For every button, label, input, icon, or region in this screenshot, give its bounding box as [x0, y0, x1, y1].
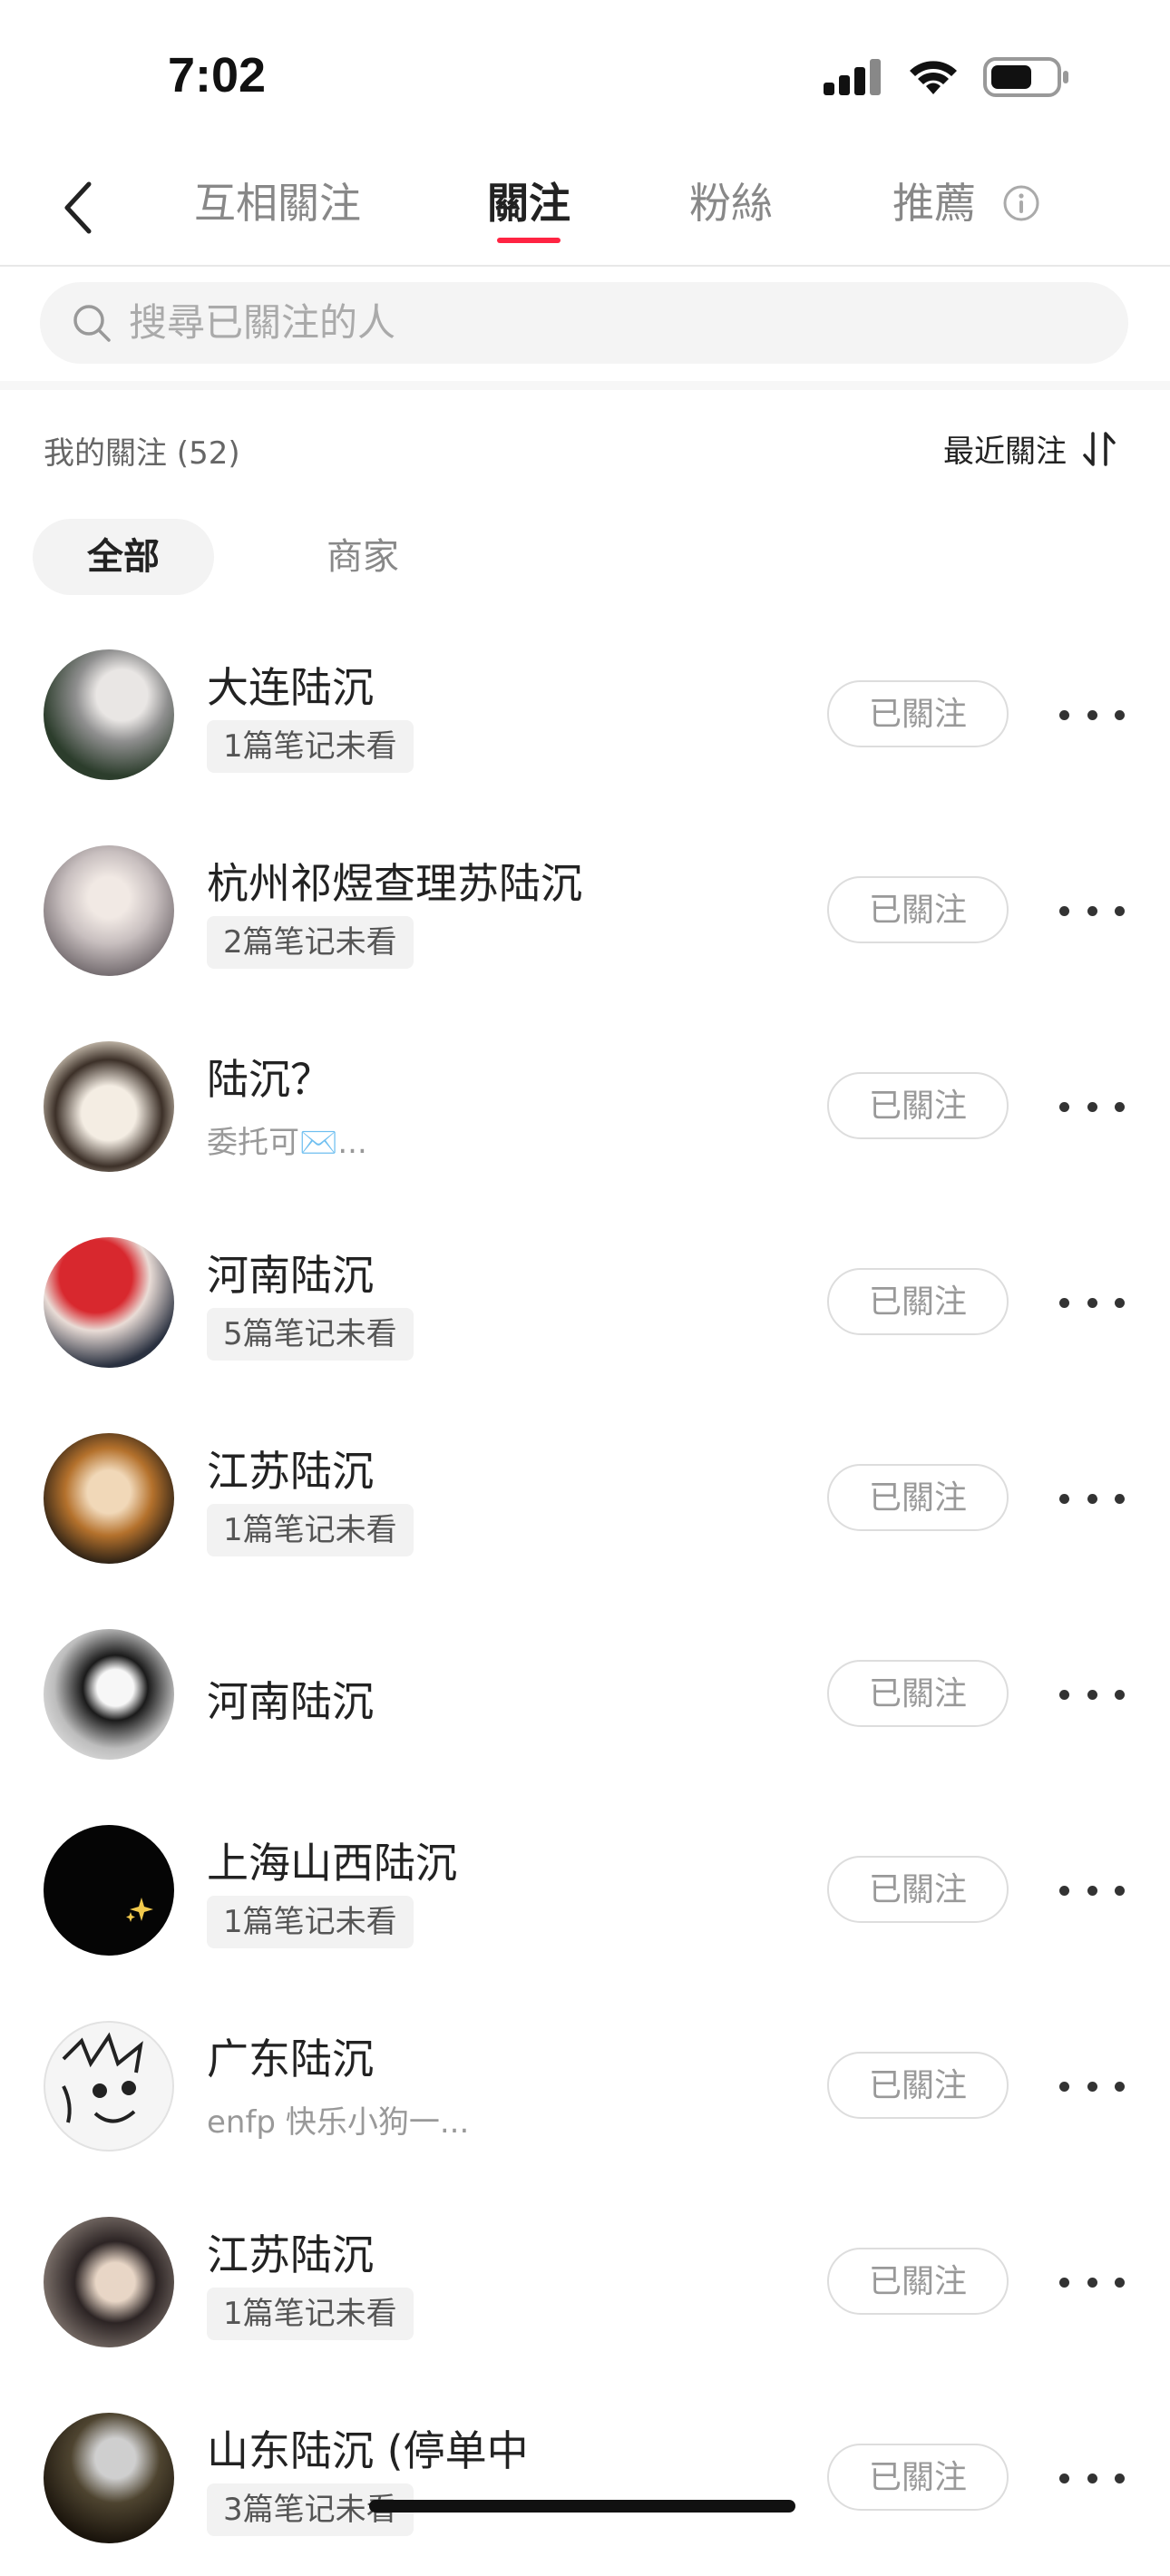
user-name[interactable]: 江苏陆沉	[207, 1439, 374, 1498]
user-name[interactable]: 江苏陆沉	[207, 2222, 374, 2282]
unread-notes-badge: 1篇笔记未看	[207, 1504, 414, 1556]
user-name[interactable]: 大连陆沉	[207, 655, 374, 715]
user-name[interactable]: 上海山西陆沉	[207, 1830, 457, 1890]
search-icon	[73, 305, 111, 342]
list-item[interactable]: 河南陆沉 已關注	[0, 1596, 1170, 1792]
search-placeholder: 搜尋已關注的人	[129, 300, 396, 345]
status-time: 7:02	[168, 48, 267, 102]
filter-chips: 全部 商家	[33, 519, 453, 595]
list-item[interactable]: 杭州祁煜查理苏陆沉 2篇笔记未看 已關注	[0, 813, 1170, 1009]
avatar[interactable]	[44, 2413, 174, 2543]
tab-followers[interactable]: 粉絲	[689, 176, 773, 249]
list-item[interactable]: 河南陆沉 5篇笔记未看 已關注	[0, 1205, 1170, 1400]
wifi-icon	[910, 61, 957, 94]
filter-merchant[interactable]: 商家	[272, 519, 453, 595]
unread-notes-badge: 1篇笔记未看	[207, 720, 414, 773]
user-name[interactable]: 陆沉？	[207, 1047, 332, 1107]
active-tab-indicator	[497, 238, 561, 243]
chevron-left-icon	[64, 181, 92, 234]
tab-mutual-follows[interactable]: 互相關注	[194, 176, 361, 249]
avatar[interactable]	[44, 649, 174, 780]
following-button[interactable]: 已關注	[827, 1856, 1009, 1923]
more-options-button[interactable]	[1059, 1680, 1125, 1709]
info-icon[interactable]	[1002, 184, 1040, 222]
more-options-button[interactable]	[1059, 896, 1125, 925]
following-button[interactable]: 已關注	[827, 1072, 1009, 1139]
avatar[interactable]	[44, 2217, 174, 2347]
tab-label: 粉絲	[689, 179, 773, 228]
user-name[interactable]: 广东陆沉	[207, 2026, 374, 2086]
avatar[interactable]	[44, 2021, 174, 2152]
following-button[interactable]: 已關注	[827, 2052, 1009, 2119]
home-indicator[interactable]	[369, 2500, 795, 2513]
cartoon-dog-avatar-icon	[62, 2032, 143, 2123]
more-options-button[interactable]	[1059, 1092, 1125, 1121]
avatar[interactable]	[44, 1041, 174, 1172]
list-item[interactable]: 山东陆沉 (停单中 3篇笔记未看 已關注	[0, 2380, 1170, 2576]
sort-button[interactable]: 最近關注	[943, 426, 1117, 471]
list-item[interactable]: 上海山西陆沉 1篇笔记未看 已關注	[0, 1792, 1170, 1988]
more-options-button[interactable]	[1059, 2464, 1125, 2493]
sort-icon	[1083, 431, 1116, 466]
unread-notes-badge: 2篇笔记未看	[207, 916, 414, 969]
tab-label: 互相關注	[194, 179, 361, 228]
list-item[interactable]: 陆沉？ 委托可✉️... 已關注	[0, 1009, 1170, 1205]
back-button[interactable]	[51, 176, 105, 239]
more-options-button[interactable]	[1059, 1484, 1125, 1513]
unread-notes-badge: 1篇笔记未看	[207, 1896, 414, 1948]
status-icons	[824, 56, 1070, 98]
status-bar: 7:02	[0, 0, 1170, 154]
following-button[interactable]: 已關注	[827, 2248, 1009, 2315]
avatar[interactable]	[44, 1237, 174, 1368]
filter-all[interactable]: 全部	[33, 519, 214, 595]
more-options-button[interactable]	[1059, 2268, 1125, 2297]
more-options-button[interactable]	[1059, 1288, 1125, 1317]
more-options-button[interactable]	[1059, 2072, 1125, 2101]
avatar[interactable]	[44, 1433, 174, 1564]
user-name[interactable]: 山东陆沉 (停单中	[207, 2418, 529, 2478]
unread-notes-badge: 5篇笔记未看	[207, 1308, 414, 1361]
avatar[interactable]	[44, 1629, 174, 1760]
following-button[interactable]: 已關注	[827, 1660, 1009, 1727]
list-item[interactable]: 大连陆沉 1篇笔记未看 已關注	[0, 617, 1170, 813]
tab-recommended[interactable]: 推薦	[892, 176, 1040, 249]
user-bio: enfp 快乐小狗一...	[207, 2104, 470, 2141]
following-button[interactable]: 已關注	[827, 680, 1009, 747]
tab-label: 關注	[487, 179, 570, 228]
list-item[interactable]: 江苏陆沉 1篇笔记未看 已關注	[0, 2184, 1170, 2380]
tab-label: 推薦	[892, 179, 976, 228]
battery-icon	[983, 57, 1068, 97]
list-item[interactable]: 广东陆沉 enfp 快乐小狗一... 已關注	[0, 1988, 1170, 2184]
user-name[interactable]: 杭州祁煜查理苏陆沉	[207, 851, 582, 911]
user-name[interactable]: 河南陆沉	[207, 1669, 374, 1729]
following-button[interactable]: 已關注	[827, 2444, 1009, 2511]
section-divider	[0, 381, 1170, 390]
tab-following[interactable]: 關注	[487, 176, 570, 249]
more-options-button[interactable]	[1059, 700, 1125, 729]
following-count: 我的關注 (52)	[44, 435, 240, 472]
following-button[interactable]: 已關注	[827, 1464, 1009, 1531]
avatar[interactable]	[44, 845, 174, 976]
sparkle-icon	[126, 1898, 153, 1922]
following-button[interactable]: 已關注	[827, 1268, 1009, 1335]
more-options-button[interactable]	[1059, 1876, 1125, 1905]
avatar[interactable]	[44, 1825, 174, 1956]
unread-notes-badge: 1篇笔记未看	[207, 2288, 414, 2340]
search-input[interactable]: 搜尋已關注的人	[40, 282, 1128, 364]
user-bio: 委托可✉️...	[207, 1125, 367, 1161]
list-item[interactable]: 江苏陆沉 1篇笔记未看 已關注	[0, 1400, 1170, 1596]
sort-label: 最近關注	[943, 434, 1067, 470]
following-button[interactable]: 已關注	[827, 876, 1009, 943]
user-name[interactable]: 河南陆沉	[207, 1243, 374, 1303]
cellular-signal-icon	[824, 59, 881, 95]
top-nav-bar: 互相關注 關注 粉絲 推薦	[0, 154, 1170, 267]
